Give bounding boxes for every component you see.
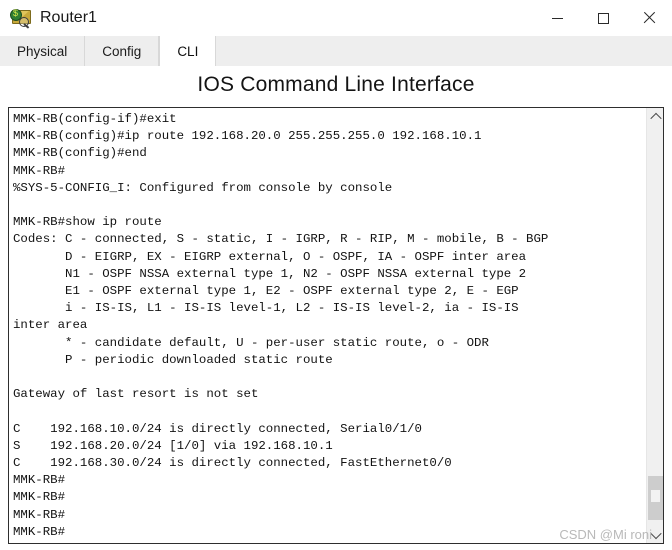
window-controls bbox=[534, 0, 672, 36]
cli-terminal-panel: MMK-RB(config-if)#exit MMK-RB(config)#ip… bbox=[8, 107, 664, 544]
minimize-button[interactable] bbox=[534, 0, 580, 36]
router-packet-icon bbox=[10, 8, 32, 29]
tab-config[interactable]: Config bbox=[85, 36, 160, 66]
terminal-scrollbar[interactable] bbox=[646, 108, 663, 543]
scrollbar-thumb[interactable] bbox=[648, 476, 663, 520]
scroll-down-icon[interactable] bbox=[647, 526, 663, 543]
router-cli-window: Router1 Physical Config CLI IOS Command … bbox=[0, 0, 672, 550]
cli-output-area[interactable]: MMK-RB(config-if)#exit MMK-RB(config)#ip… bbox=[9, 108, 646, 543]
titlebar-left: Router1 bbox=[0, 8, 97, 29]
close-button[interactable] bbox=[626, 0, 672, 36]
minimize-icon bbox=[551, 17, 563, 19]
cli-output-text: MMK-RB(config-if)#exit MMK-RB(config)#ip… bbox=[13, 112, 549, 539]
page-title: IOS Command Line Interface bbox=[0, 66, 672, 104]
window-titlebar: Router1 bbox=[0, 0, 672, 36]
close-icon bbox=[642, 11, 656, 25]
maximize-button[interactable] bbox=[580, 0, 626, 36]
window-title: Router1 bbox=[40, 9, 97, 26]
maximize-icon bbox=[597, 12, 609, 24]
scroll-up-icon[interactable] bbox=[647, 108, 663, 125]
tab-physical[interactable]: Physical bbox=[0, 36, 86, 66]
page-title-text: IOS Command Line Interface bbox=[197, 73, 475, 96]
tab-cli[interactable]: CLI bbox=[159, 36, 217, 66]
tab-bar-filler bbox=[216, 36, 672, 66]
tab-bar: Physical Config CLI bbox=[0, 36, 672, 66]
